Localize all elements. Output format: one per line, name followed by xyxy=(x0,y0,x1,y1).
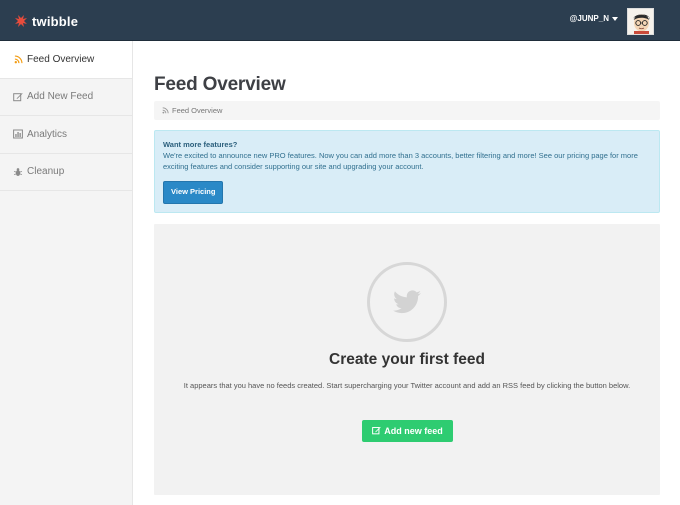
sidebar-item-analytics[interactable]: Analytics xyxy=(0,116,132,154)
sidebar-item-label: Feed Overview xyxy=(27,53,95,65)
breadcrumb-item[interactable]: Feed Overview xyxy=(172,106,222,115)
user-menu[interactable]: @JUNP_N xyxy=(570,14,618,23)
sidebar-item-cleanup[interactable]: Cleanup xyxy=(0,154,132,191)
brand-logo[interactable]: twibble xyxy=(14,12,78,30)
twibble-logo-icon xyxy=(15,15,27,27)
edit-icon xyxy=(372,426,381,435)
rss-icon xyxy=(162,107,169,114)
pro-features-alert: Want more features? We're excited to ann… xyxy=(154,130,660,213)
view-pricing-button[interactable]: View Pricing xyxy=(163,180,224,204)
page-title: Feed Overview xyxy=(154,74,286,95)
rss-icon xyxy=(13,54,23,64)
twitter-bird-icon xyxy=(367,261,447,342)
caret-down-icon xyxy=(612,16,618,21)
edit-icon xyxy=(13,92,23,102)
sidebar: Feed Overview Add New Feed Analytics Cle… xyxy=(0,41,133,505)
avatar-face-icon xyxy=(628,9,653,34)
brand-name: twibble xyxy=(32,13,79,29)
empty-state-panel: Create your first feed It appears that y… xyxy=(154,223,660,495)
main-content: Feed Overview Feed Overview Want more fe… xyxy=(154,41,660,495)
add-new-feed-button[interactable]: Add new feed xyxy=(362,419,453,442)
top-navbar: twibble @JUNP_N xyxy=(0,0,680,41)
bar-chart-icon xyxy=(13,129,23,139)
empty-state-text: It appears that you have no feeds create… xyxy=(183,380,631,390)
sidebar-item-label: Cleanup xyxy=(27,166,65,178)
empty-state-title: Create your first feed xyxy=(329,350,485,368)
sidebar-item-add-new-feed[interactable]: Add New Feed xyxy=(0,79,132,116)
add-new-feed-label: Add new feed xyxy=(384,425,443,436)
alert-body: We're excited to announce new PRO featur… xyxy=(163,150,638,171)
sidebar-item-label: Add New Feed xyxy=(27,91,94,103)
breadcrumb: Feed Overview xyxy=(154,101,660,120)
alert-title: Want more features? xyxy=(163,140,238,149)
sidebar-item-feed-overview[interactable]: Feed Overview xyxy=(0,41,132,79)
avatar[interactable] xyxy=(627,8,654,35)
bug-icon xyxy=(13,167,23,177)
username: @JUNP_N xyxy=(569,14,609,23)
sidebar-item-label: Analytics xyxy=(27,128,68,140)
